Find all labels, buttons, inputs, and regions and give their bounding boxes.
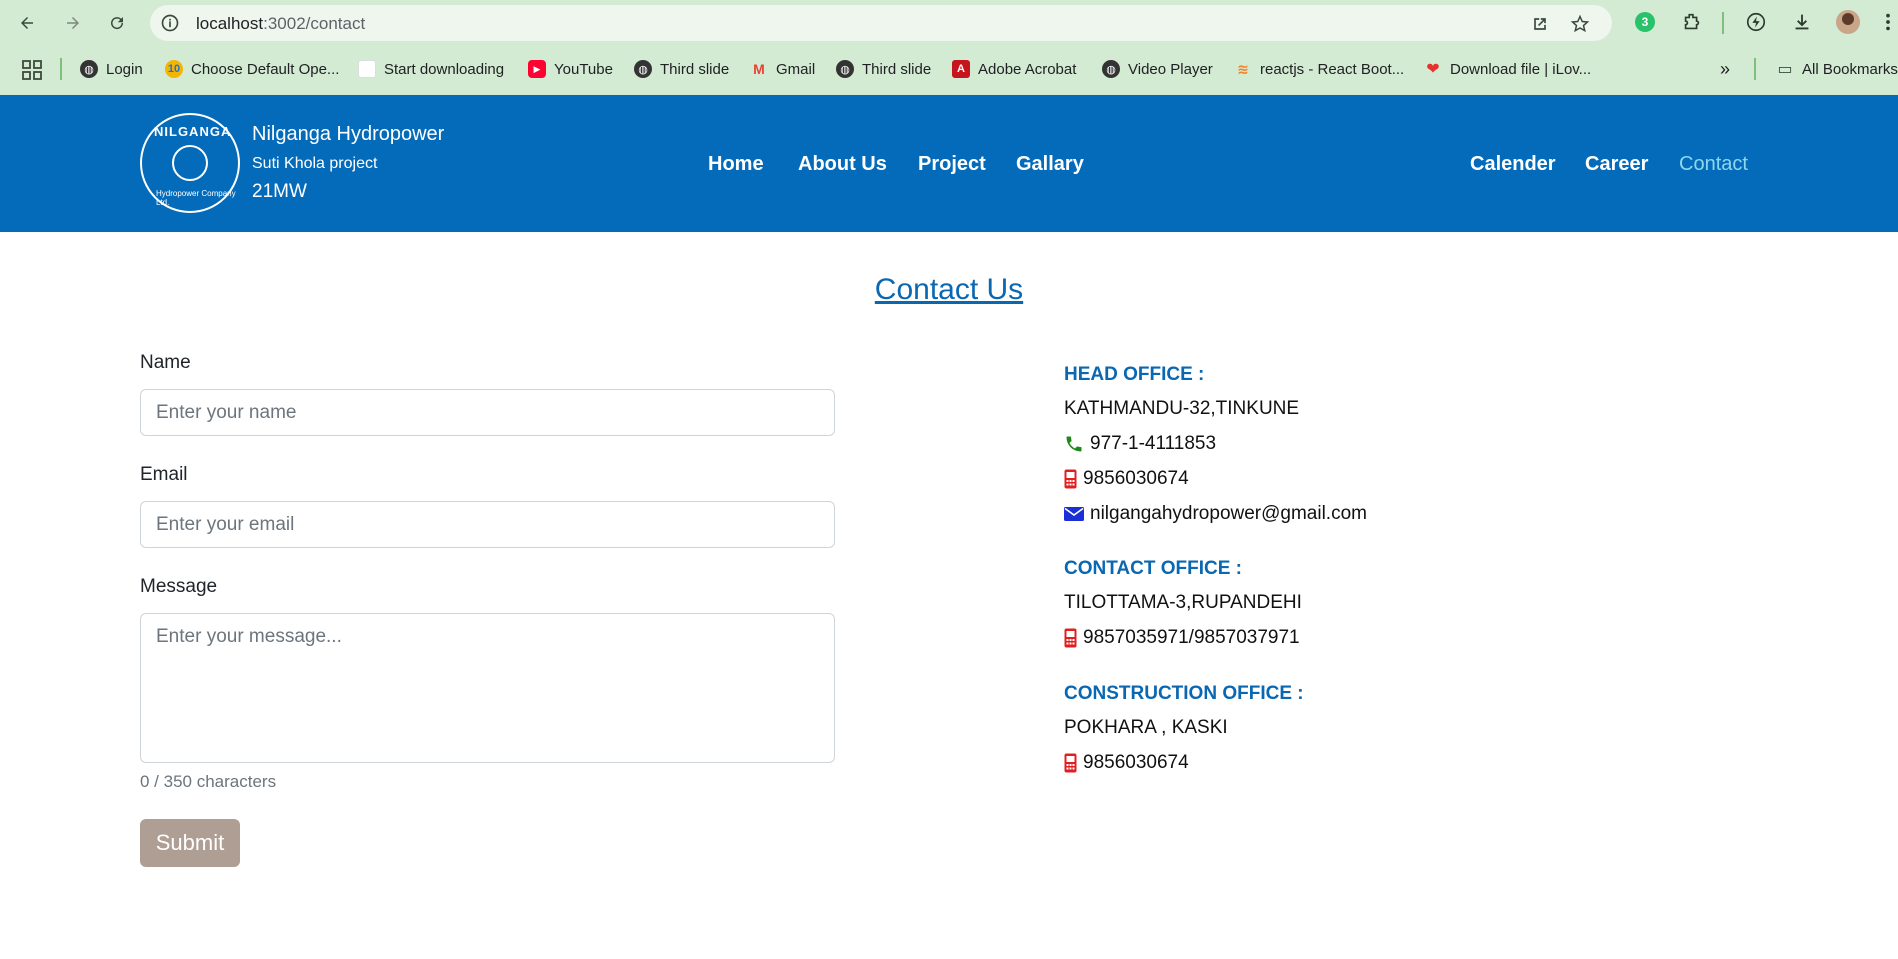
head-office-email: nilgangahydropower@gmail.com: [1064, 503, 1367, 525]
phone-icon: [1066, 436, 1082, 452]
bookmark-item[interactable]: M Gmail: [750, 58, 815, 80]
globe-icon: ◍: [634, 60, 652, 78]
nav-contact[interactable]: Contact: [1679, 153, 1748, 176]
globe-icon: ◍: [80, 60, 98, 78]
bookmark-item[interactable]: ▶ YouTube: [528, 58, 613, 80]
construction-office-mobile: 9856030674: [1064, 752, 1189, 774]
construction-office-heading: CONSTRUCTION OFFICE :: [1064, 683, 1304, 704]
nav-project[interactable]: Project: [918, 153, 986, 176]
construction-office-address: POKHARA , KASKI: [1064, 717, 1228, 738]
gmail-icon: M: [753, 61, 765, 77]
nav-career[interactable]: Career: [1585, 153, 1648, 176]
apps-grid-icon[interactable]: [22, 60, 42, 80]
back-button[interactable]: [14, 10, 40, 36]
browser-chrome: localhost:3002/contact 3 ◍ Login 10 Choose: [0, 0, 1898, 95]
browser-toolbar: localhost:3002/contact 3: [0, 0, 1898, 45]
bookmark-item[interactable]: ◍ Third slide: [634, 58, 729, 80]
page-title: Contact Us: [874, 273, 1024, 306]
nav-home[interactable]: Home: [708, 153, 764, 176]
envelope-icon: [1064, 507, 1084, 521]
extension-badge-icon[interactable]: 3: [1633, 10, 1657, 34]
head-office-mobile: 9856030674: [1064, 468, 1189, 490]
brand-name: Nilganga Hydropower: [252, 123, 445, 145]
site-header: NILGANGA Hydropower Company Ltd. Nilgang…: [0, 95, 1898, 232]
bookmark-item[interactable]: 10 Choose Default Ope...: [165, 58, 339, 80]
head-office-address: KATHMANDU-32,TINKUNE: [1064, 398, 1300, 419]
profile-avatar[interactable]: [1836, 10, 1860, 34]
message-textarea[interactable]: [140, 613, 835, 763]
url-text: localhost:3002/contact: [196, 14, 366, 33]
bookmark-item[interactable]: ≋ reactjs - React Boot...: [1234, 58, 1404, 80]
bookmark-item[interactable]: ◍ Video Player: [1102, 58, 1213, 80]
address-bar[interactable]: localhost:3002/contact: [150, 5, 1612, 41]
folder-icon: ▭: [1777, 61, 1793, 78]
performance-icon[interactable]: [1744, 10, 1768, 34]
forward-button[interactable]: [60, 10, 86, 36]
kebab-menu-icon[interactable]: [1876, 10, 1898, 34]
submit-button[interactable]: Submit: [140, 819, 240, 867]
name-input[interactable]: [140, 389, 835, 436]
character-counter: 0 / 350 characters: [140, 772, 277, 791]
head-office-heading: HEAD OFFICE :: [1064, 364, 1205, 385]
logo-text: NILGANGA: [154, 124, 232, 139]
mobile-icon: [1064, 753, 1077, 773]
bookmarks-divider: [1754, 58, 1756, 80]
head-office-phone: 977-1-4111853: [1064, 433, 1216, 455]
open-in-new-icon[interactable]: [1530, 14, 1550, 34]
blank-icon: [358, 60, 376, 78]
message-label: Message: [140, 576, 218, 597]
all-bookmarks-folder[interactable]: ▭ All Bookmarks: [1776, 58, 1897, 80]
bookmarks-divider: [60, 58, 62, 80]
brand-subtitle: Suti Khola project: [252, 155, 378, 172]
contact-office-heading: CONTACT OFFICE :: [1064, 558, 1243, 579]
email-label: Email: [140, 464, 188, 485]
brand-capacity: 21MW: [252, 181, 307, 202]
acrobat-icon: A: [952, 60, 970, 78]
puzzle-icon[interactable]: [1680, 10, 1704, 34]
name-label: Name: [140, 352, 191, 373]
mobile-icon: [1064, 628, 1077, 648]
company-logo[interactable]: NILGANGA Hydropower Company Ltd.: [140, 113, 240, 213]
heart-icon: ❤: [1426, 61, 1440, 78]
arrow-right-icon: [67, 17, 79, 29]
contact-office-mobile: 9857035971/9857037971: [1064, 627, 1300, 649]
nav-about-us[interactable]: About Us: [798, 153, 887, 176]
globe-icon: ◍: [836, 60, 854, 78]
bookmark-item[interactable]: Start downloading: [358, 58, 504, 80]
logo-emblem-icon: [172, 145, 208, 181]
bookmark-item[interactable]: A Adobe Acrobat: [952, 58, 1076, 80]
stackoverflow-icon: ≋: [1237, 60, 1249, 77]
bookmark-item[interactable]: ❤ Download file | iLov...: [1424, 58, 1591, 80]
bookmarks-bar: ◍ Login 10 Choose Default Ope... Start dow…: [0, 52, 1898, 86]
bookmark-item[interactable]: ◍ Third slide: [836, 58, 931, 80]
nav-calender[interactable]: Calender: [1470, 153, 1556, 176]
logo-subtext: Hydropower Company Ltd.: [156, 189, 236, 207]
download-icon[interactable]: [1790, 10, 1814, 34]
nav-gallary[interactable]: Gallary: [1016, 153, 1084, 176]
reload-button[interactable]: [104, 10, 130, 36]
youtube-icon: ▶: [528, 60, 546, 78]
reload-icon: [111, 17, 124, 30]
contact-office-address: TILOTTAMA-3,RUPANDEHI: [1064, 592, 1302, 613]
site-info-icon[interactable]: [160, 13, 180, 33]
email-input[interactable]: [140, 501, 835, 548]
toolbar-divider: [1722, 12, 1724, 34]
mobile-icon: [1064, 469, 1077, 489]
extension-badge-count: 3: [1635, 12, 1655, 32]
arrow-left-icon: [21, 17, 33, 29]
app-icon: 10: [165, 60, 183, 78]
globe-icon: ◍: [1102, 60, 1120, 78]
more-bookmarks-button[interactable]: »: [1720, 58, 1730, 80]
star-icon[interactable]: [1570, 14, 1590, 34]
bookmark-item[interactable]: ◍ Login: [80, 58, 143, 80]
